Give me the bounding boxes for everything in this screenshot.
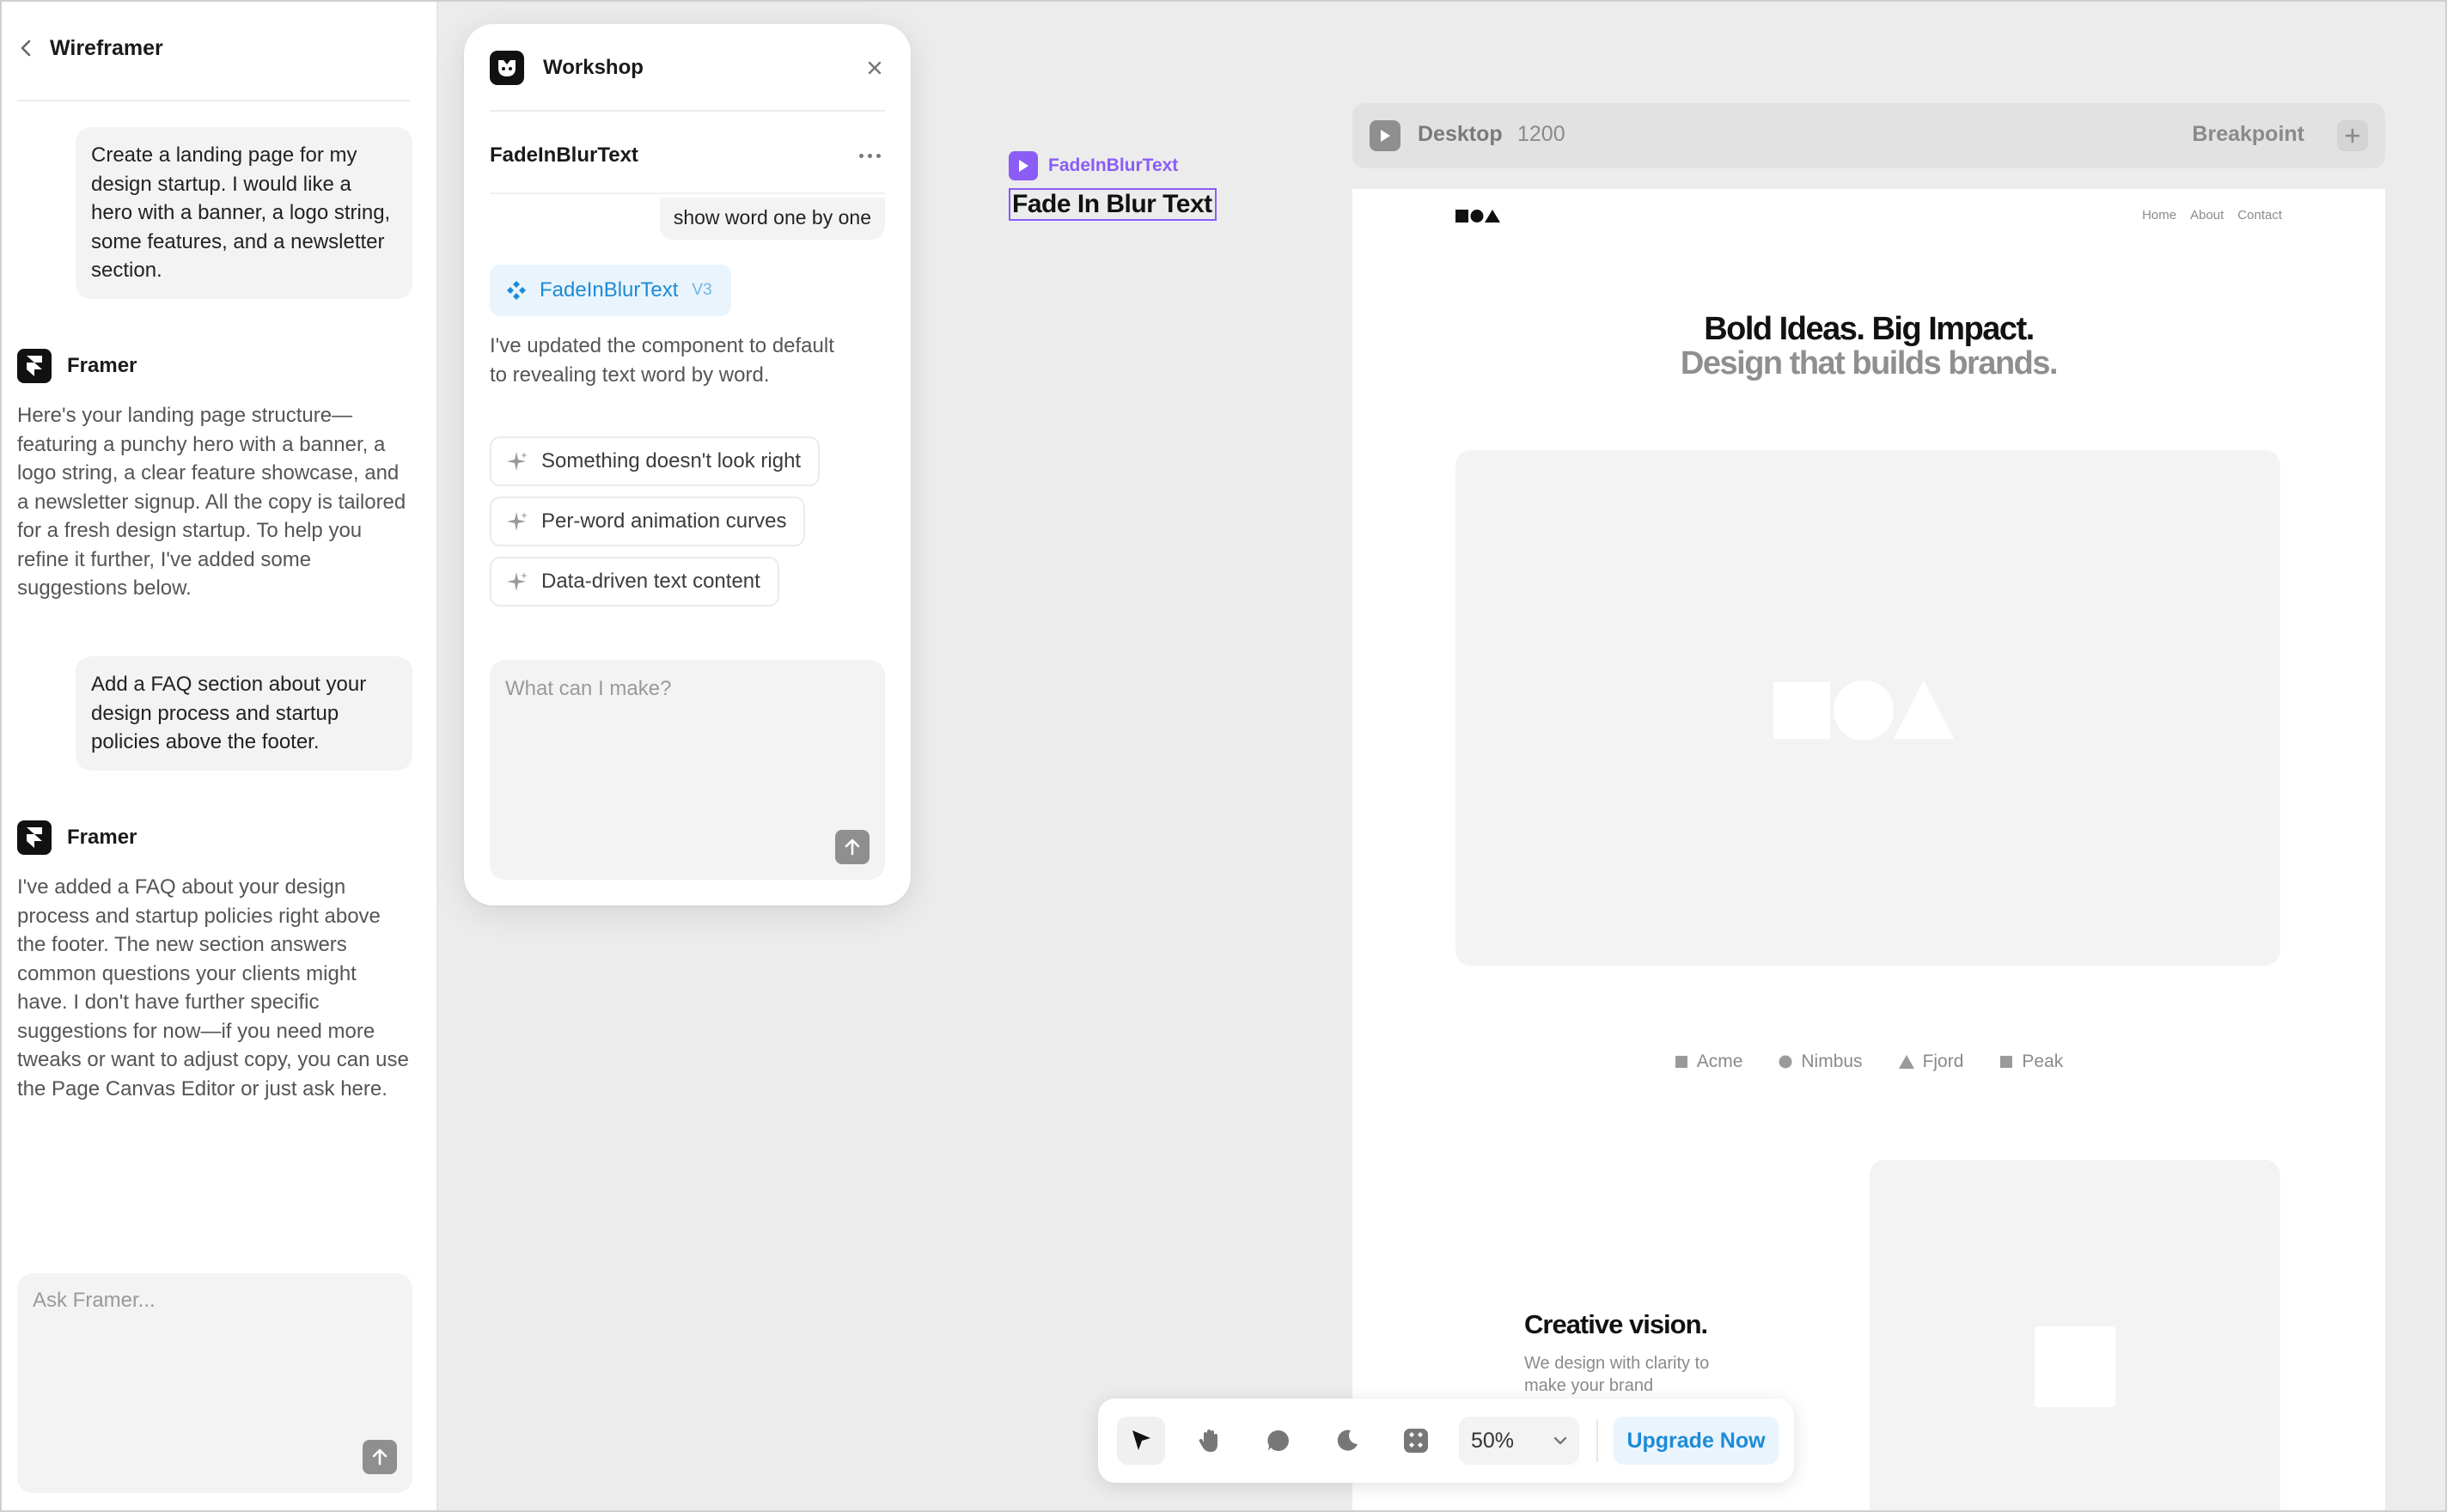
component-tag-label: FadeInBlurText <box>1048 155 1179 175</box>
logo-name: Peak <box>2022 1052 2064 1071</box>
user-message: Add a FAQ section about your design proc… <box>76 656 412 771</box>
plus-icon <box>2345 128 2360 143</box>
workshop-prompt-input[interactable]: What can I make? <box>490 660 885 880</box>
preview-play-button[interactable] <box>1370 120 1400 151</box>
arrow-up-icon <box>845 838 860 856</box>
site-nav-about[interactable]: About <box>2190 208 2224 223</box>
logo-strip: Acme Nimbus Fjord Peak <box>1352 1052 2385 1072</box>
suggestion-label: Data-driven text content <box>541 570 760 593</box>
sidebar-header: Wireframer <box>17 31 163 65</box>
square-icon <box>1675 1056 1687 1068</box>
dark-mode-icon[interactable] <box>1323 1417 1371 1465</box>
logo-name: Acme <box>1696 1052 1743 1071</box>
canvas-toolbar: 50% Upgrade Now <box>1098 1399 1794 1483</box>
chip-version: V3 <box>692 281 712 299</box>
logo-name: Nimbus <box>1801 1052 1863 1071</box>
logo-peak: Peak <box>1999 1052 2063 1072</box>
feature-title: Creative vision. <box>1524 1309 1708 1339</box>
send-button[interactable] <box>363 1440 397 1474</box>
logo-name: Fjord <box>1922 1052 1964 1071</box>
framer-logo-icon <box>17 349 52 383</box>
chevron-left-icon[interactable] <box>17 40 34 57</box>
breakpoint-width: 1200 <box>1517 122 1565 146</box>
upgrade-now-button[interactable]: Upgrade Now <box>1614 1417 1779 1465</box>
input-placeholder: Ask Framer... <box>33 1289 156 1312</box>
assistant-reply: I've updated the component to default to… <box>490 334 834 387</box>
workshop-header: Workshop <box>490 50 887 86</box>
logo-acme: Acme <box>1675 1052 1743 1072</box>
triangle-icon <box>1898 1055 1914 1069</box>
hero-title: Bold Ideas. Big Impact. <box>1704 311 2035 347</box>
site-logo-icon <box>1455 208 1500 228</box>
comment-tool-icon[interactable] <box>1254 1417 1303 1465</box>
feature-image-placeholder <box>2035 1326 2115 1407</box>
chip-component-name: FadeInBlurText <box>540 278 679 302</box>
sparkle-icon <box>507 512 528 531</box>
suggestion-button[interactable]: Data-driven text content <box>490 557 779 607</box>
component-version-chip[interactable]: FadeInBlurText V3 <box>490 265 731 316</box>
workshop-divider <box>490 110 885 112</box>
logo-fjord: Fjord <box>1898 1052 1964 1072</box>
arrow-up-icon <box>372 1448 387 1466</box>
component-icon <box>507 281 526 300</box>
component-row: FadeInBlurText <box>490 137 885 174</box>
user-message: Create a landing page for my design star… <box>76 127 412 299</box>
square-icon <box>2000 1056 2013 1068</box>
hand-tool-icon[interactable] <box>1186 1417 1234 1465</box>
components-icon[interactable] <box>1392 1417 1440 1465</box>
chevron-down-icon <box>1553 1436 1567 1445</box>
suggestion-button[interactable]: Per-word animation curves <box>490 497 806 546</box>
breakpoint-bar: Desktop 1200 Breakpoint <box>1352 103 2385 168</box>
banner-logo-icon <box>1773 679 1954 745</box>
chat-sidebar: Wireframer Create a landing page for my … <box>0 0 438 1512</box>
logo-nimbus: Nimbus <box>1779 1052 1863 1072</box>
user-message: show word one by one <box>659 198 885 240</box>
hero-subtitle: Design that builds brands. <box>1680 345 2059 381</box>
assistant-header: Framer <box>17 820 137 855</box>
workshop-panel: Workshop FadeInBlurText show word one by… <box>464 24 911 905</box>
site-nav-home[interactable]: Home <box>2142 208 2176 223</box>
assistant-header: Framer <box>17 349 137 383</box>
add-breakpoint-button[interactable] <box>2337 120 2368 151</box>
send-button[interactable] <box>835 830 870 864</box>
workshop-divider <box>490 192 885 194</box>
suggestion-button[interactable]: Something doesn't look right <box>490 436 821 486</box>
breakpoint-device[interactable]: Desktop <box>1418 122 1503 147</box>
site-nav: Home About Contact <box>2142 208 2282 223</box>
component-tag[interactable]: FadeInBlurText <box>1009 151 1178 180</box>
assistant-name: Framer <box>67 826 137 849</box>
assistant-name: Framer <box>67 354 137 377</box>
close-icon[interactable] <box>863 56 887 80</box>
breakpoint-label: Breakpoint <box>2192 122 2304 146</box>
zoom-select[interactable]: 50% <box>1459 1417 1579 1465</box>
toolbar-divider <box>1596 1419 1598 1462</box>
ask-framer-input[interactable]: Ask Framer... <box>17 1273 412 1493</box>
suggestion-label: Something doesn't look right <box>541 449 802 472</box>
workshop-logo-icon <box>490 51 524 85</box>
suggestion-label: Per-word animation curves <box>541 509 787 533</box>
hero-banner <box>1455 450 2280 966</box>
sparkle-icon <box>507 572 528 591</box>
play-icon <box>1009 151 1038 180</box>
more-options-icon[interactable] <box>859 151 885 160</box>
feature-description: We design with clarity to make your bran… <box>1524 1354 1710 1395</box>
component-name: FadeInBlurText <box>490 143 638 167</box>
fade-in-blur-text-component[interactable]: Fade In Blur Text <box>1009 188 1217 221</box>
framer-logo-icon <box>17 820 52 855</box>
circle-icon <box>1779 1055 1792 1069</box>
play-icon <box>1381 130 1390 142</box>
zoom-value: 50% <box>1471 1428 1515 1453</box>
sidebar-divider <box>17 100 411 101</box>
assistant-message: I've added a FAQ about your design proce… <box>17 875 409 1100</box>
sidebar-title: Wireframer <box>50 35 163 60</box>
select-tool-icon[interactable] <box>1117 1417 1165 1465</box>
input-placeholder: What can I make? <box>505 677 672 700</box>
sparkle-icon <box>507 452 528 471</box>
site-preview-canvas[interactable]: Home About Contact Bold Ideas. Big Impac… <box>1352 189 2385 1512</box>
assistant-message: Here's your landing page structure—featu… <box>17 404 406 600</box>
feature-image <box>1870 1160 2280 1512</box>
workshop-title: Workshop <box>543 56 644 79</box>
site-nav-contact[interactable]: Contact <box>2237 208 2282 223</box>
